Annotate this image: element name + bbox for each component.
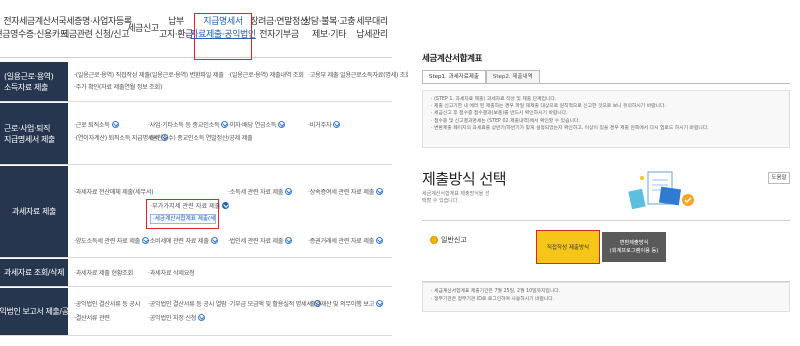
nav-certificates[interactable]: 국세증명·사업자등록 세금관련 신청/신고 bbox=[58, 0, 132, 58]
chevron-down-icon bbox=[285, 237, 293, 244]
menu-link[interactable]: ·(일용근로·용역) 제출내역 조회 bbox=[228, 71, 304, 80]
help-button[interactable]: 도움말 bbox=[768, 172, 790, 184]
vat-data-link[interactable]: ·부가가치세 관련 자료 제출 bbox=[150, 202, 230, 211]
section-data-lookup: 과세자료 조회/삭제 ·과세자료 제출 현황조회 ·과세자료 삭제요청 bbox=[0, 259, 392, 287]
chevron-down-icon bbox=[210, 237, 218, 244]
info-line: · 접수증 및 신고결과명세는 (STEP 02.제출내역)에서 확인할 수 있… bbox=[431, 118, 580, 124]
menu-link[interactable]: ·상속증여세 관련 자료 제출 bbox=[308, 188, 383, 197]
section-public-interest: 공익법인 보고서 제출/공시 ·공익법인 결산서류 등 공시 ·결산서류 관련 … bbox=[0, 288, 392, 336]
step-tabs: Step1. 과세자료제출 Step2. 제출내역 bbox=[422, 70, 540, 84]
nav-tax-filing[interactable]: 세금신고 bbox=[127, 0, 159, 58]
page-title: 세금계산서합계표 bbox=[422, 54, 483, 64]
menu-link[interactable]: ·공익법인 결산서류 등 공시 열람 bbox=[148, 300, 227, 309]
tab-divider bbox=[422, 83, 790, 84]
direct-entry-button[interactable]: 직접작성 제출방식 bbox=[536, 230, 600, 264]
document-illustration-icon bbox=[628, 171, 694, 210]
section-title: 제출방식 선택 bbox=[422, 170, 507, 188]
menu-link[interactable]: ·결산서류 관련 bbox=[74, 314, 110, 323]
nav-payment[interactable]: 납부 고지·환급 bbox=[159, 0, 193, 58]
section-heading: 근로·사업·퇴직 지급명세서 제출 bbox=[0, 103, 68, 164]
chevron-down-icon bbox=[375, 300, 383, 307]
menu-link[interactable]: ·근로 퇴직소득 bbox=[74, 121, 119, 130]
chevron-down-icon bbox=[375, 188, 383, 195]
tab-step1[interactable]: Step1. 과세자료제출 bbox=[422, 70, 486, 84]
menu-link[interactable]: ·(일용근로·용역) 직접작성 제출 bbox=[74, 71, 150, 80]
info-line: · 세금신고 후 접수증 접수결과(보충)를 반드시 확인하시기 바랍니다. bbox=[431, 111, 568, 117]
section-daily-income: (일용근로·용역) 소득자료 제출 ·(일용근로·용역) 직접작성 제출 ·주가… bbox=[0, 62, 411, 102]
menu-link[interactable]: ·비거주자 bbox=[308, 121, 341, 130]
chevron-down-icon bbox=[111, 121, 119, 128]
menu-link[interactable]: ·소비세에 관련 자료 제출 bbox=[148, 237, 218, 246]
section-heading: 과세자료 제출 bbox=[0, 166, 68, 257]
chevron-up-icon bbox=[222, 202, 230, 209]
menu-link[interactable]: ·공익법인 지정 신청 bbox=[148, 314, 206, 323]
menu-link[interactable]: ·(일용근로·용역) 변환파일 제출 bbox=[148, 71, 224, 80]
info-box: · (STEP 1. 과세자료 제출) 과세자료 작성 및 제출 단계입니다. … bbox=[422, 90, 790, 148]
hometax-menu-panel: 전자세금계산서 현금영수증·신용카드 국세증명·사업자등록 세금관련 신청/신고… bbox=[0, 0, 411, 346]
section-heading: 과세자료 조회/삭제 bbox=[0, 259, 68, 286]
top-navigation: 전자세금계산서 현금영수증·신용카드 국세증명·사업자등록 세금관련 신청/신고… bbox=[0, 0, 392, 60]
menu-link[interactable]: ·법인세 관련 자료 제출 bbox=[228, 237, 293, 246]
menu-link[interactable]: ·(원천징수) 종교인소득 연말정산/공제 제출 bbox=[148, 134, 253, 143]
menu-link[interactable]: ·양도소득세 관련 자료 제출 bbox=[74, 237, 149, 246]
notes-box: · 세금계산서합계표 제출기간은 7월 25일, 2월 10일까지입니다. · … bbox=[422, 282, 790, 312]
menu-link[interactable]: ·출연재산 및 의무이행 보고 bbox=[308, 300, 383, 309]
nav-e-invoice[interactable]: 전자세금계산서 현금영수증·신용카드 bbox=[0, 0, 68, 58]
invoice-summary-panel: 세금계산서합계표 Step1. 과세자료제출 Step2. 제출내역 · (ST… bbox=[408, 0, 800, 346]
menu-link[interactable]: ·이자·배당 연금소득 bbox=[228, 121, 286, 130]
menu-link[interactable]: ·과세자료 삭제요청 bbox=[148, 269, 195, 278]
section-description: 세금계산서합계표 제출방식을 선택할 수 있습니다. bbox=[422, 191, 490, 204]
menu-link[interactable]: ·주가 확인(자료 제출연월 정보 조회) bbox=[74, 83, 162, 92]
menu-link[interactable]: ·사업·기타소득 등 종교인소득 bbox=[148, 121, 229, 130]
section-payment-statement: 근로·사업·퇴직 지급명세서 제출 ·근로 퇴직소득 ·(연이자계산) 퇴직소득… bbox=[0, 103, 392, 165]
info-line: · 제출 신고기한 내 에러 된 제출하는 경우 파일 재제출 대상으로 원칙적… bbox=[431, 104, 666, 110]
info-line: · (STEP 1. 과세자료 제출) 과세자료 작성 및 제출 단계입니다. bbox=[431, 97, 557, 102]
chevron-down-icon bbox=[278, 121, 286, 128]
chevron-down-icon bbox=[333, 121, 341, 128]
note-line: · 세금계산서합계표 제출기간은 7월 25일, 2월 10일까지입니다. bbox=[431, 289, 561, 294]
menu-link[interactable]: ·공익법인 결산서류 등 공시 bbox=[74, 300, 140, 309]
menu-link[interactable]: ·소득세 관련 자료 제출 bbox=[228, 188, 293, 197]
chevron-down-icon bbox=[198, 314, 206, 321]
submission-option-row: 일반신고 직접작성 제출방식 변환제출방식 (회계프로그램이용 등) bbox=[422, 220, 790, 282]
tab-step2[interactable]: Step2. 제출내역 bbox=[485, 70, 540, 84]
option-label: 일반신고 bbox=[441, 236, 467, 244]
menu-link[interactable]: ·과세자료 제출 현황조회 bbox=[74, 269, 133, 278]
radio-general-filing[interactable] bbox=[430, 236, 438, 244]
menu-link[interactable]: ·고용부 제출 일용근로소득자료(명세) 조회 bbox=[308, 71, 411, 80]
section-heading: 공익법인 보고서 제출/공시 bbox=[0, 288, 76, 335]
menu-link[interactable]: ·증권거래세 관련 자료 제출 bbox=[308, 237, 383, 246]
menu-link[interactable]: ·과세자료 전산매체 제출(세무서) bbox=[74, 188, 154, 197]
nav-highlight-box bbox=[194, 13, 252, 60]
nav-consulting[interactable]: 상담·불복·고충 제보·기타 bbox=[303, 0, 356, 58]
info-line: · 변환제출 페이지의 과세료를 상반기/하반기가 맞게 설정되었는지 확인하고… bbox=[431, 125, 709, 131]
chevron-down-icon bbox=[285, 188, 293, 195]
nav-incentive[interactable]: 장려금·연말정산 전자기부금 bbox=[250, 0, 308, 58]
section-heading: (일용근로·용역) 소득자료 제출 bbox=[0, 62, 68, 101]
chevron-down-icon bbox=[375, 237, 383, 244]
conversion-submit-button[interactable]: 변환제출방식 (회계프로그램이용 등) bbox=[602, 232, 666, 262]
menu-link[interactable]: ·기부금 모금액 및 활용실적 명세서 bbox=[228, 300, 321, 309]
invoice-summary-submit-link[interactable]: ·세금계산서합계표 제출(세무서 등) bbox=[150, 214, 216, 224]
nav-tax-agent[interactable]: 세무대리 납세관리 bbox=[352, 0, 392, 58]
note-line: · 정부기관은 정부기관 ID로 로그인하여 사용하시기 바랍니다. bbox=[431, 297, 555, 302]
